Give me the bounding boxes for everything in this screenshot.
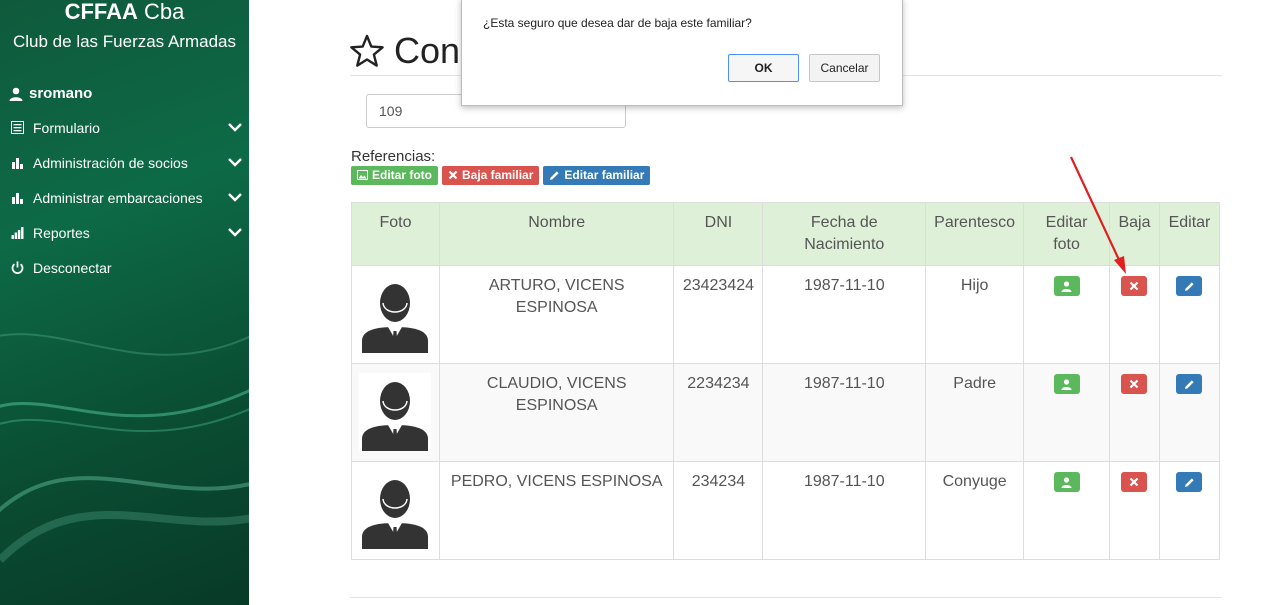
- cancel-button[interactable]: Cancelar: [809, 54, 880, 82]
- avatar: [362, 382, 429, 451]
- sidebar-item-label: Administrar embarcaciones: [33, 189, 203, 206]
- cell-baja: [1108, 363, 1160, 462]
- cell-parentesco: Hijo: [925, 265, 1025, 364]
- table-row: CLAUDIO, VICENS ESPINOSA 2234234 1987-11…: [351, 363, 1221, 462]
- brand: CFFAA Cba Club de las Fuerzas Armadas: [0, 0, 249, 52]
- cell-dni: 2234234: [673, 363, 764, 462]
- ref-edit-family-badge: Editar familiar: [543, 166, 651, 185]
- photo-cell: [351, 363, 440, 462]
- chevron-down-icon: [227, 158, 243, 167]
- ref-edit-photo-badge: Editar foto: [351, 166, 438, 185]
- edit-family-button[interactable]: [1176, 276, 1203, 296]
- cell-dni: 23423424: [673, 265, 764, 364]
- remove-family-button[interactable]: [1121, 374, 1148, 394]
- sidebar-item-label: Formulario: [33, 119, 100, 136]
- cell-nombre: CLAUDIO, VICENS ESPINOSA: [438, 363, 675, 462]
- cell-fecha: 1987-11-10: [762, 265, 927, 364]
- avatar: [362, 480, 429, 549]
- cell-baja: [1108, 461, 1160, 560]
- bar-chart-icon: [9, 191, 25, 204]
- edit-family-button[interactable]: [1176, 374, 1203, 394]
- chevron-down-icon: [227, 193, 243, 202]
- brand-subtitle: Club de las Fuerzas Armadas: [13, 32, 236, 51]
- cell-editar: [1158, 265, 1221, 364]
- pencil-icon: [1184, 477, 1194, 487]
- column-header-parentesco: Parentesco: [925, 202, 1025, 266]
- cell-dni: 234234: [673, 461, 764, 560]
- table-row: ARTURO, VICENS ESPINOSA 23423424 1987-11…: [351, 265, 1221, 364]
- avatar: [362, 284, 429, 353]
- user-icon: [9, 87, 23, 101]
- ok-button[interactable]: OK: [728, 54, 799, 82]
- column-header-editar: Editar: [1158, 202, 1221, 266]
- cell-editar-foto: [1023, 461, 1110, 560]
- sidebar-item-label: Desconectar: [33, 259, 112, 276]
- photo-frame: [359, 373, 432, 451]
- cell-fecha: 1987-11-10: [762, 363, 927, 462]
- remove-icon: [1130, 281, 1139, 291]
- sidebar-item-socios[interactable]: Administración de socios: [0, 145, 249, 180]
- column-header-foto: Foto: [351, 202, 440, 266]
- pencil-icon: [1184, 281, 1194, 291]
- dialog-message: ¿Esta seguro que desea dar de baja este …: [483, 16, 752, 30]
- signal-icon: [9, 226, 25, 239]
- sidebar-item-label: Reportes: [33, 224, 90, 241]
- sidebar-item-formulario[interactable]: Formulario: [0, 110, 249, 145]
- cell-editar: [1158, 461, 1221, 560]
- sidebar-item-embarcaciones[interactable]: Administrar embarcaciones: [0, 180, 249, 215]
- cell-nombre: PEDRO, VICENS ESPINOSA: [438, 461, 675, 560]
- remove-icon: [448, 170, 458, 180]
- list-icon: [9, 121, 25, 134]
- references-legend: Editar foto Baja familiar Editar familia…: [351, 166, 651, 185]
- user-icon: [1061, 378, 1072, 390]
- chevron-down-icon: [227, 228, 243, 237]
- edit-photo-button[interactable]: [1053, 374, 1080, 394]
- table-row: PEDRO, VICENS ESPINOSA 234234 1987-11-10…: [351, 461, 1221, 560]
- remove-icon: [1130, 379, 1139, 389]
- pencil-icon: [550, 170, 559, 180]
- pencil-icon: [1184, 379, 1194, 389]
- cell-fecha: 1987-11-10: [762, 461, 927, 560]
- remove-family-button[interactable]: [1121, 472, 1148, 492]
- brand-suffix: Cba: [144, 0, 185, 24]
- sidebar-nav: Formulario Administración de socios Admi…: [0, 110, 249, 285]
- cell-parentesco: Padre: [925, 363, 1025, 462]
- column-header-dni: DNI: [673, 202, 764, 266]
- cell-editar-foto: [1023, 363, 1110, 462]
- page-title: Con: [350, 30, 460, 72]
- chevron-down-icon: [227, 123, 243, 132]
- power-icon: [9, 261, 25, 274]
- sidebar: CFFAA Cba Club de las Fuerzas Armadas sr…: [0, 0, 249, 605]
- ref-remove-family-badge: Baja familiar: [442, 166, 540, 185]
- user-icon: [1061, 280, 1072, 292]
- star-icon: [350, 34, 384, 67]
- edit-photo-button[interactable]: [1053, 472, 1080, 492]
- column-header-nombre: Nombre: [438, 202, 675, 266]
- remove-icon: [1130, 477, 1139, 487]
- column-header-fecha: Fecha de Nacimiento: [762, 202, 927, 266]
- bottom-divider: [350, 597, 1222, 598]
- sidebar-item-desconectar[interactable]: Desconectar: [0, 250, 249, 285]
- confirm-dialog: ¿Esta seguro que desea dar de baja este …: [461, 0, 903, 106]
- sidebar-item-reportes[interactable]: Reportes: [0, 215, 249, 250]
- cell-parentesco: Conyuge: [925, 461, 1025, 560]
- cell-editar-foto: [1023, 265, 1110, 364]
- annotation-arrow: [1070, 156, 1126, 274]
- photo-cell: [351, 461, 440, 560]
- page-title-text: Con: [394, 30, 461, 71]
- current-user[interactable]: sromano: [0, 85, 249, 102]
- cell-editar: [1158, 363, 1221, 462]
- user-icon: [1061, 476, 1072, 488]
- username: sromano: [29, 85, 93, 102]
- brand-main: CFFAA: [64, 0, 138, 24]
- picture-icon: [357, 170, 368, 180]
- sidebar-item-label: Administración de socios: [33, 154, 188, 171]
- edit-family-button[interactable]: [1176, 472, 1203, 492]
- bar-chart-icon: [9, 156, 25, 169]
- cell-baja: [1108, 265, 1160, 364]
- brand-title: CFFAA Cba: [0, 0, 249, 24]
- references-label: Referencias:: [351, 148, 436, 165]
- photo-cell: [351, 265, 440, 364]
- cell-nombre: ARTURO, VICENS ESPINOSA: [438, 265, 675, 364]
